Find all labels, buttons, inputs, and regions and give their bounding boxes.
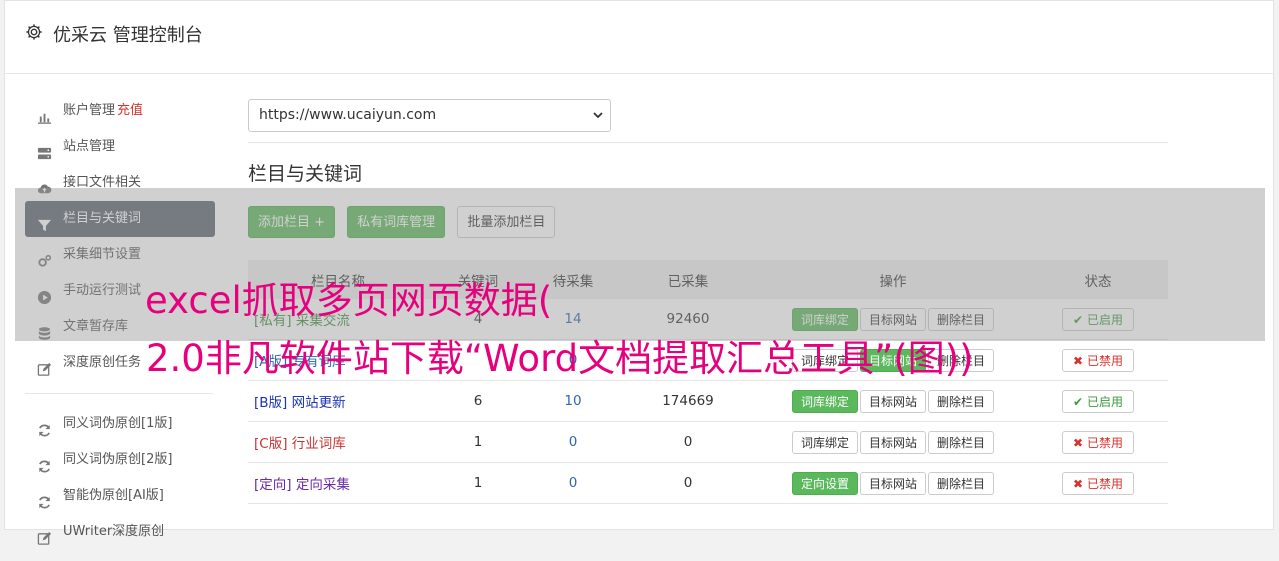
action-cell: 定向设置 目标网站 删除栏目 bbox=[758, 462, 1028, 504]
sidebar-divider bbox=[25, 393, 213, 394]
table-row: [C版] 行业词库 1 0 0 词库绑定 目标网站 删除栏目 ✖ 已禁用 bbox=[248, 421, 1168, 463]
edit-icon bbox=[37, 525, 52, 545]
delete-column-button[interactable]: 删除栏目 bbox=[928, 389, 995, 413]
status-label: 已启用 bbox=[1086, 394, 1123, 409]
watermark-line-1: excel抓取多页网页数据( bbox=[145, 279, 553, 322]
header: 优采云 管理控制台 bbox=[5, 1, 1273, 74]
sidebar-item-label: 智能伪原创[AI版] bbox=[63, 488, 164, 503]
cross-icon: ✖ bbox=[1073, 476, 1084, 491]
refresh-icon bbox=[37, 453, 52, 473]
gear-icon bbox=[26, 24, 42, 40]
cross-icon: ✖ bbox=[1073, 435, 1084, 450]
sidebar-item[interactable]: 站点管理 bbox=[25, 129, 215, 165]
action-cell: 词库绑定 目标网站 删除栏目 bbox=[758, 421, 1028, 463]
action-cell: 词库绑定 目标网站 删除栏目 bbox=[758, 380, 1028, 422]
sidebar-item-label: UWriter深度原创 bbox=[63, 524, 165, 539]
target-site-button[interactable]: 目标网站 bbox=[859, 430, 926, 454]
status-cell: ✖ 已禁用 bbox=[1028, 339, 1168, 381]
site-select[interactable]: https://www.ucaiyun.com bbox=[248, 99, 611, 132]
status-cell: ✖ 已禁用 bbox=[1028, 421, 1168, 463]
table-row: [B版] 网站更新 6 10 174669 词库绑定 目标网站 删除栏目 ✔ 已启用 bbox=[248, 380, 1168, 422]
refresh-icon bbox=[37, 489, 52, 509]
target-site-button[interactable]: 目标网站 bbox=[859, 389, 926, 413]
table-row: [定向] 定向采集 1 0 0 定向设置 目标网站 删除栏目 ✖ 已禁用 bbox=[248, 462, 1168, 504]
status-cell: ✖ 已禁用 bbox=[1028, 462, 1168, 504]
keyword-count: 1 bbox=[428, 421, 528, 463]
column-name-cell: [C版] 行业词库 bbox=[248, 421, 428, 463]
status-label: 已禁用 bbox=[1086, 353, 1123, 368]
sidebar-item[interactable]: 同义词伪原创[2版] bbox=[25, 442, 215, 478]
status-label: 已禁用 bbox=[1086, 476, 1123, 491]
status-toggle[interactable]: ✔ 已启用 bbox=[1062, 389, 1134, 413]
section-title: 栏目与关键词 bbox=[248, 163, 363, 185]
delete-column-button[interactable]: 删除栏目 bbox=[928, 430, 995, 454]
bar-chart-icon bbox=[37, 104, 52, 124]
column-name-cell: [B版] 网站更新 bbox=[248, 380, 428, 422]
bind-lib-button[interactable]: 词库绑定 bbox=[791, 389, 858, 413]
pending-count[interactable]: 0 bbox=[528, 462, 618, 504]
sidebar-item-label: 站点管理 bbox=[63, 139, 116, 154]
sidebar-item-label: 同义词伪原创[1版] bbox=[63, 416, 173, 431]
keyword-count: 6 bbox=[428, 380, 528, 422]
site-select-value: https://www.ucaiyun.com bbox=[259, 107, 437, 123]
status-toggle[interactable]: ✖ 已禁用 bbox=[1062, 471, 1134, 495]
collected-count: 0 bbox=[618, 462, 758, 504]
column-name-link[interactable]: 定向采集 bbox=[296, 477, 350, 493]
sidebar-item[interactable]: UWriter深度原创 bbox=[25, 514, 215, 550]
sidebar-item-label: 同义词伪原创[2版] bbox=[63, 452, 173, 467]
pending-count[interactable]: 0 bbox=[528, 421, 618, 463]
status-toggle[interactable]: ✖ 已禁用 bbox=[1062, 348, 1134, 372]
chevron-down-icon bbox=[593, 112, 603, 119]
sidebar-item-label: 深度原创任务 bbox=[63, 355, 142, 370]
sidebar-item[interactable]: 账户管理 充值 bbox=[25, 93, 215, 129]
column-name-link[interactable]: 行业词库 bbox=[292, 436, 346, 452]
divider bbox=[248, 142, 1168, 143]
edit-icon bbox=[37, 356, 52, 376]
server-icon bbox=[37, 140, 52, 160]
column-name-link[interactable]: 网站更新 bbox=[292, 395, 346, 411]
collected-count: 0 bbox=[618, 421, 758, 463]
page-title: 优采云 管理控制台 bbox=[53, 25, 203, 46]
target-site-button[interactable]: 目标网站 bbox=[859, 471, 926, 495]
refresh-icon bbox=[37, 417, 52, 437]
pending-count[interactable]: 10 bbox=[528, 380, 618, 422]
status-toggle[interactable]: ✖ 已禁用 bbox=[1062, 430, 1134, 454]
status-cell: ✔ 已启用 bbox=[1028, 380, 1168, 422]
delete-column-button[interactable]: 删除栏目 bbox=[928, 471, 995, 495]
status-label: 已禁用 bbox=[1086, 435, 1123, 450]
keyword-count: 1 bbox=[428, 462, 528, 504]
column-tag: [定向] bbox=[254, 477, 292, 493]
collected-count: 174669 bbox=[618, 380, 758, 422]
bind-lib-button[interactable]: 词库绑定 bbox=[791, 430, 858, 454]
bind-lib-button[interactable]: 定向设置 bbox=[791, 471, 858, 495]
sidebar-item[interactable]: 智能伪原创[AI版] bbox=[25, 478, 215, 514]
sidebar-item-label: 账户管理 bbox=[63, 103, 116, 118]
sidebar-item[interactable]: 同义词伪原创[1版] bbox=[25, 406, 215, 442]
cross-icon: ✖ bbox=[1073, 353, 1084, 368]
recharge-link[interactable]: 充值 bbox=[117, 103, 143, 118]
column-tag: [C版] bbox=[254, 436, 288, 452]
column-name-cell: [定向] 定向采集 bbox=[248, 462, 428, 504]
column-tag: [B版] bbox=[254, 395, 288, 411]
check-icon: ✔ bbox=[1073, 394, 1084, 409]
watermark-line-2: 2.0非凡软件站下载“Word文档提取汇总工具”(图)) bbox=[146, 337, 974, 380]
